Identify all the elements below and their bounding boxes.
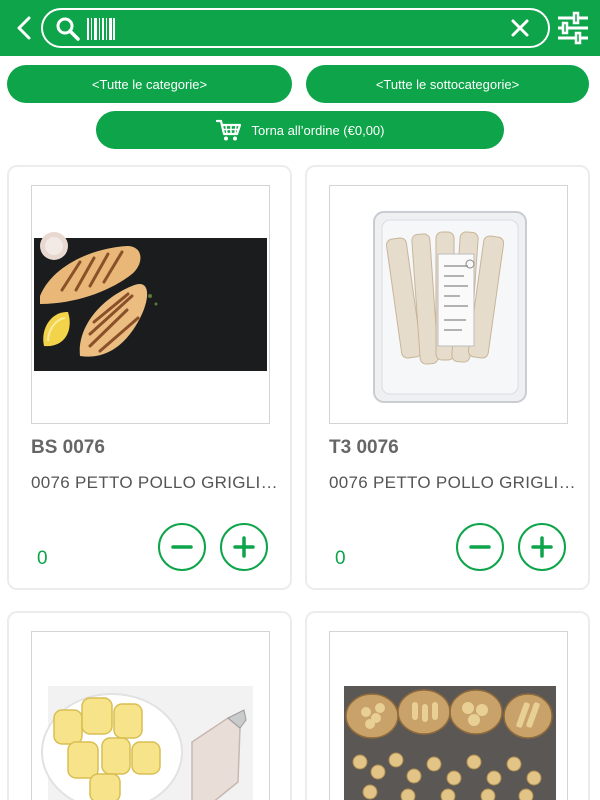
chevron-left-icon [17,16,31,40]
search-input[interactable] [123,16,493,40]
product-code: BS 0076 [31,437,105,458]
barcode-icon[interactable] [87,18,115,40]
minus-icon [469,545,491,549]
increase-quantity-button[interactable] [220,523,268,571]
quantity-value: 0 [37,548,48,569]
back-button[interactable] [10,12,38,44]
plus-icon [531,536,553,558]
decrease-quantity-button[interactable] [456,523,504,571]
increase-quantity-button[interactable] [518,523,566,571]
cart-icon [215,119,241,141]
top-bar [0,0,600,56]
product-description: 0076 PETTO POLLO GRIGLIATO [31,473,281,492]
assorted-pasta-photo[interactable] [329,631,568,800]
product-card[interactable] [305,611,590,800]
product-code: T3 0076 [329,437,399,458]
plus-icon [233,536,255,558]
category-filter-label: <Tutte le categorie> [91,76,208,92]
product-description: 0076 PETTO POLLO GRIGLIATO [329,473,579,492]
packaged-chicken-photo[interactable] [329,185,568,424]
decrease-quantity-button[interactable] [158,523,206,571]
quantity-value: 0 [335,548,346,569]
product-card[interactable]: BS 0076 0076 PETTO POLLO GRIGLIATO 0 [7,165,292,590]
back-to-order-label: Torna all’ordine (€0,00) [251,122,385,138]
search-icon[interactable] [55,16,81,42]
paccheri-pasta-photo[interactable] [31,631,270,800]
back-to-order-button[interactable]: Torna all’ordine (€0,00) [96,111,504,149]
product-card[interactable]: T3 0076 0076 PETTO POLLO GRIGLIATO 0 [305,165,590,590]
search-box[interactable] [41,8,550,48]
category-filter-button[interactable]: <Tutte le categorie> [7,65,292,103]
subcategory-filter-button[interactable]: <Tutte le sottocategorie> [306,65,589,103]
grilled-chicken-photo[interactable] [31,185,270,424]
product-card[interactable] [7,611,292,800]
subcategory-filter-label: <Tutte le sottocategorie> [375,76,520,92]
close-icon[interactable] [510,18,530,38]
sliders-icon[interactable] [556,11,590,45]
minus-icon [171,545,193,549]
